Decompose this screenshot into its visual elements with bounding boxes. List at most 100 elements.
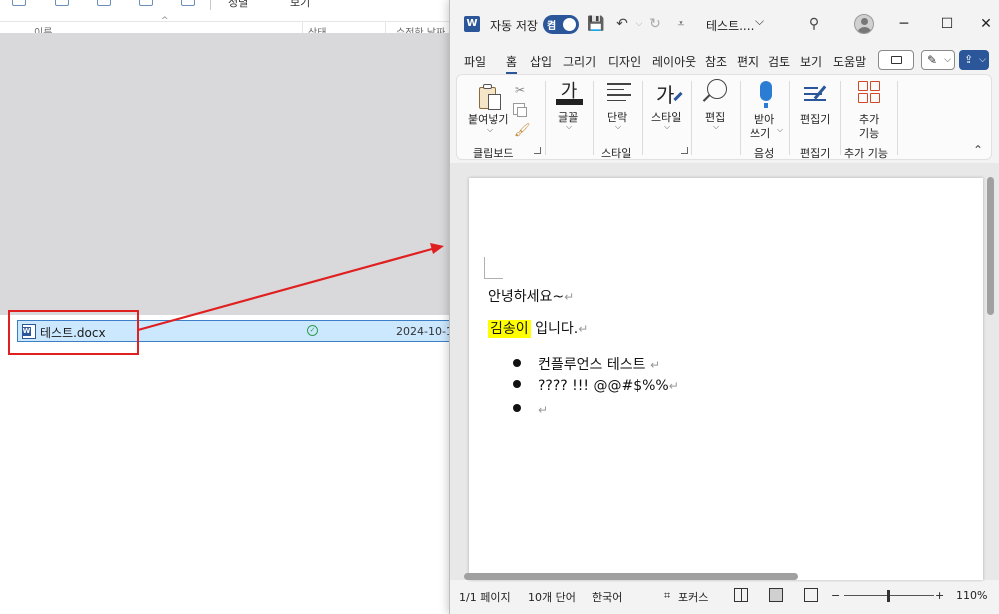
word-logo-icon: W	[464, 16, 480, 32]
tab-design[interactable]: 디자인	[608, 53, 641, 70]
pen-icon: ✎	[927, 53, 938, 67]
home-ribbon: 붙여넣기 ⌵ ✂ 🖌 클립보드 가 글꼴 ⌵ 단락 ⌵ 가 스타일 ⌵ 스타일 …	[456, 74, 992, 160]
collapse-ribbon-icon[interactable]: ⌃	[973, 143, 983, 157]
minimize-icon[interactable]: ─	[893, 13, 915, 35]
sort-button[interactable]: 정렬	[228, 0, 248, 10]
page-count[interactable]: 1/1 페이지	[459, 589, 511, 605]
chevron-down-icon: ⌵	[979, 55, 986, 65]
voice-group-label: 음성	[754, 147, 775, 160]
file-date: 2024-10-1	[396, 325, 453, 338]
dictate-label-2[interactable]: 쓰기	[750, 125, 770, 141]
column-header: 이름 ^ 상태 수정한 날짜	[0, 16, 460, 39]
addins-group: 추가 기능 추가 기능	[841, 75, 897, 161]
word-count[interactable]: 10개 단어	[528, 589, 576, 605]
print-layout-icon[interactable]	[769, 588, 783, 602]
copy-icon[interactable]	[97, 0, 111, 6]
maximize-icon[interactable]: ☐	[936, 13, 958, 35]
share-icon: ⇪	[964, 53, 974, 66]
zoom-in-button[interactable]: +	[935, 589, 944, 602]
vertical-scrollbar[interactable]	[987, 177, 995, 577]
save-icon[interactable]: 💾	[587, 15, 605, 33]
scrollbar-thumb[interactable]	[464, 573, 798, 580]
scrollbar-thumb[interactable]	[987, 177, 994, 315]
share-button[interactable]: ⇪ ⌵	[959, 50, 989, 70]
scissors-icon[interactable]: ✂	[515, 83, 525, 97]
sort-up-icon: ^	[161, 16, 169, 26]
paste-icon[interactable]	[139, 0, 153, 6]
dialog-launcher-icon[interactable]	[681, 147, 688, 154]
copy-icon[interactable]	[513, 103, 527, 117]
bullet-icon	[513, 380, 521, 388]
paragraph-mark: ↵	[564, 290, 575, 304]
tab-home[interactable]: 홈	[506, 53, 518, 74]
tab-review[interactable]: 검토	[768, 53, 790, 70]
title-bar: W 자동 저장 켬 💾 ↶ ⌵ ↻ ⩡ 테스트.... ⌵ ⚲ ─ ☐ ✕	[450, 0, 999, 48]
tab-draw[interactable]: 그리기	[563, 53, 596, 70]
horizontal-scrollbar[interactable]	[464, 573, 984, 581]
clipboard-group-label: 클립보드	[473, 147, 514, 160]
annotation-highlight-box	[8, 310, 139, 355]
profile-avatar[interactable]	[854, 14, 874, 34]
chevron-down-icon[interactable]: ⌵	[777, 125, 783, 135]
tab-help[interactable]: 도움말	[833, 53, 866, 70]
comments-button[interactable]	[878, 50, 914, 70]
zoom-out-button[interactable]: −	[831, 589, 840, 602]
editor-pen-icon[interactable]	[802, 81, 830, 105]
tab-insert[interactable]: 삽입	[530, 53, 552, 70]
addins-label-2[interactable]: 기능	[859, 125, 879, 141]
paste-icon[interactable]	[477, 83, 503, 111]
search-icon[interactable]	[707, 79, 727, 99]
chevron-down-icon[interactable]: ⌵	[566, 122, 572, 132]
tab-references[interactable]: 참조	[705, 53, 727, 70]
paragraph-icon[interactable]	[607, 83, 631, 101]
document-title[interactable]: 테스트....	[706, 17, 754, 34]
file-explorer-window: 정렬 보기 이름 ^ 상태 수정한 날짜 테스트.docx ✓ 2024-10-…	[0, 0, 460, 614]
chevron-down-icon[interactable]: ⌵	[713, 122, 719, 132]
zoom-slider-thumb[interactable]	[887, 590, 890, 602]
delete-icon[interactable]	[181, 0, 195, 6]
dialog-launcher-icon[interactable]	[534, 147, 541, 154]
editor-button[interactable]: 편집기	[800, 111, 830, 127]
chevron-down-icon[interactable]: ⌵	[755, 14, 764, 29]
addins-group-label: 추가 기능	[844, 147, 888, 160]
format-painter-icon[interactable]: 🖌	[514, 123, 531, 138]
read-mode-icon[interactable]	[734, 588, 748, 602]
redo-icon[interactable]: ↻	[646, 15, 664, 33]
paragraph-mark: ↵	[538, 403, 549, 417]
customize-toolbar-icon[interactable]: ⩡	[672, 15, 690, 33]
synced-check-icon: ✓	[307, 325, 318, 336]
focus-icon[interactable]: ⌗	[664, 589, 670, 603]
view-button[interactable]: 보기	[290, 0, 310, 10]
language-indicator[interactable]: 한국어	[592, 589, 622, 605]
list-item: 컨플루언스 테스트 ↵	[513, 354, 660, 374]
chevron-down-icon[interactable]: ⌵	[615, 122, 621, 132]
column-divider	[385, 22, 386, 33]
web-layout-icon[interactable]	[804, 588, 818, 602]
chevron-down-icon[interactable]: ⌵	[664, 122, 670, 132]
undo-icon[interactable]: ↶	[613, 15, 631, 33]
chevron-down-icon[interactable]: ⌵	[487, 125, 493, 135]
list-item-text: ???? !!! @@#$%%	[538, 378, 669, 394]
toggle-knob	[563, 18, 576, 31]
editing-mode-button[interactable]: ✎ ⌵	[921, 50, 955, 70]
autosave-toggle[interactable]: 켬	[543, 15, 579, 34]
document-page[interactable]: 안녕하세요~↵ 김송이 입니다.↵ 컨플루언스 테스트 ↵ ???? !!! @…	[469, 178, 983, 580]
tab-layout[interactable]: 레이아웃	[652, 53, 696, 70]
highlighted-name: 김송이	[488, 320, 531, 338]
microphone-icon[interactable]	[760, 81, 772, 108]
addins-grid-icon[interactable]	[858, 81, 882, 105]
status-bar: 1/1 페이지 10개 단어 한국어 ⌗ 포커스 − + 110%	[450, 582, 999, 614]
search-icon[interactable]: ⚲	[805, 15, 823, 33]
close-icon[interactable]: ✕	[975, 13, 997, 35]
editor-group-label: 편집기	[800, 147, 831, 160]
tab-file[interactable]: 파일	[464, 53, 486, 70]
new-icon[interactable]	[12, 0, 26, 6]
zoom-level[interactable]: 110%	[956, 589, 987, 602]
comment-icon	[891, 56, 902, 64]
focus-mode-button[interactable]: 포커스	[678, 589, 708, 605]
cut-icon[interactable]	[55, 0, 69, 6]
toolbar-divider	[210, 0, 211, 10]
tab-mailings[interactable]: 편지	[737, 53, 759, 70]
tab-view[interactable]: 보기	[800, 53, 822, 70]
paragraph-mark: ↵	[668, 379, 679, 393]
